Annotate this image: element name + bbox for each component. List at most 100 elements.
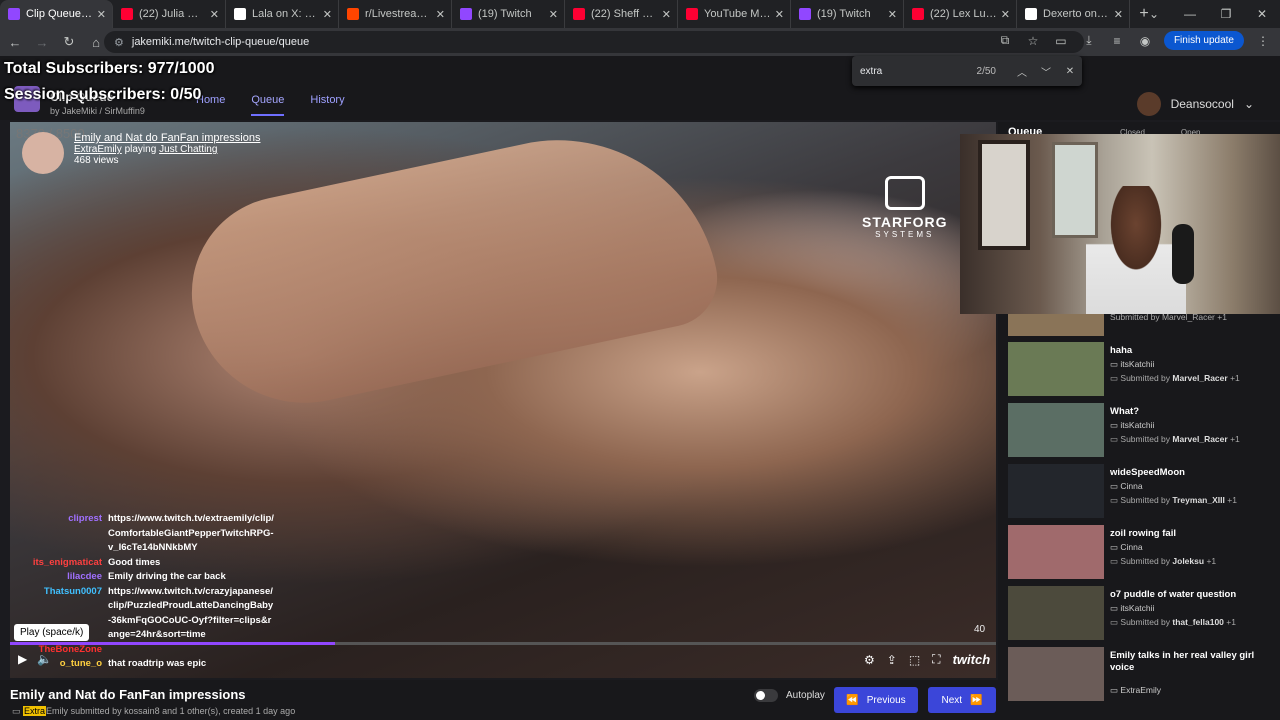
list-item[interactable]: Submitted by Marvel_Racer +1: [1008, 312, 1278, 336]
clip-thumbnail: [1008, 586, 1104, 640]
app-byline: by JakeMiki / SirMuffin9: [50, 106, 145, 116]
browser-tab[interactable]: (22) Sheff G - DAY ✕: [565, 0, 678, 28]
tab-title: (22) Sheff G - DAY: [591, 8, 658, 20]
clip-counter: 40: [974, 624, 986, 635]
chat-text: Good times: [108, 556, 161, 568]
browser-tab[interactable]: YouTube Music ✕: [678, 0, 791, 28]
close-tab-icon[interactable]: ✕: [436, 8, 445, 21]
close-tab-icon[interactable]: ✕: [549, 8, 558, 21]
volume-icon[interactable]: 🔈: [37, 652, 52, 666]
chevron-down-icon[interactable]: ⌄: [1136, 7, 1172, 21]
reload-button[interactable]: ↻: [57, 34, 81, 50]
chat-message: cliprest https://www.twitch.tv/extraemily…: [4, 512, 274, 556]
menu-icon[interactable]: ⋮: [1254, 34, 1272, 48]
chat-icon: ▭: [12, 706, 21, 716]
bookmark-star-icon[interactable]: ☆: [1024, 34, 1042, 48]
back-button[interactable]: ←: [3, 35, 27, 50]
play-icon[interactable]: ▶: [18, 652, 27, 666]
sidebar-icon[interactable]: ▭: [1052, 34, 1070, 48]
nav-queue[interactable]: Queue: [251, 94, 285, 116]
browser-tab[interactable]: (19) Twitch ✕: [791, 0, 904, 28]
list-item[interactable]: haha ▭ itsKatchii ▭ Submitted by Marvel_Ra…: [1008, 342, 1278, 398]
finish-update-button[interactable]: Finish update: [1163, 31, 1244, 50]
download-icon[interactable]: ⤓: [1080, 33, 1098, 48]
close-tab-icon[interactable]: ✕: [888, 8, 897, 21]
find-next-button[interactable]: ﹀: [1034, 64, 1058, 79]
minimize-button[interactable]: —: [1172, 7, 1208, 21]
forward-button[interactable]: →: [30, 35, 54, 50]
close-tab-icon[interactable]: ✕: [1001, 8, 1010, 21]
tab-title: (22) Julia Got Tanu: [139, 8, 206, 20]
maximize-button[interactable]: ❐: [1208, 7, 1244, 21]
fullscreen-icon[interactable]: ⛶: [932, 652, 940, 667]
tab-title: (22) Lex Luthor's: [930, 8, 997, 20]
queue-item-channel: ▭ Cinna: [1110, 542, 1143, 552]
queue-item-submitter: ▭ Submitted by that_fella100 +1: [1110, 617, 1236, 627]
browser-tab[interactable]: Lala on X: "@doja ✕: [226, 0, 339, 28]
find-previous-button[interactable]: ︿: [1010, 64, 1034, 79]
reading-list-icon[interactable]: ≡: [1108, 34, 1126, 48]
url-text: jakemiki.me/twitch-clip-queue/queue: [131, 36, 310, 48]
chat-message: its_enigmaticat Good times: [4, 556, 274, 571]
extension-icon[interactable]: ◉: [1136, 34, 1154, 48]
progress-fill: [10, 642, 336, 645]
autoplay-toggle[interactable]: Autoplay: [754, 689, 825, 702]
chat-username: lilacdee: [67, 571, 102, 582]
close-tab-icon[interactable]: ✕: [775, 8, 784, 21]
tab-title: r/LivestreamFail: [365, 8, 432, 20]
find-input[interactable]: extra: [860, 66, 977, 77]
close-tab-icon[interactable]: ✕: [97, 8, 106, 21]
list-item[interactable]: zoil rowing fail ▭ Cinna ▭ Submitted by Jo…: [1008, 525, 1278, 581]
browser-tab[interactable]: Dexerto on X: "St ✕: [1017, 0, 1130, 28]
close-tab-icon[interactable]: ✕: [323, 8, 332, 21]
favicon-icon: [347, 8, 359, 20]
list-item[interactable]: wideSpeedMoon ▭ Cinna ▭ Submitted by Treym…: [1008, 464, 1278, 520]
twitch-logo[interactable]: twitch: [953, 652, 991, 667]
close-tab-icon[interactable]: ✕: [1114, 8, 1123, 21]
browser-tab[interactable]: Clip Queue - Ope ✕: [0, 0, 113, 28]
close-tab-icon[interactable]: ✕: [210, 8, 219, 21]
share-icon[interactable]: ⇪: [887, 653, 897, 667]
player-controls-right: ⚙ ⇪ ⬚ ⛶ twitch: [864, 652, 990, 667]
channel-avatar: [22, 132, 64, 174]
previous-label: Previous: [866, 694, 906, 706]
toggle-switch[interactable]: [754, 689, 778, 702]
list-item[interactable]: What? ▭ itsKatchii ▭ Submitted by Marvel_R…: [1008, 403, 1278, 459]
submitter-name: Marvel_Racer: [1172, 373, 1228, 383]
translate-icon[interactable]: ⧉: [996, 33, 1014, 48]
find-highlight: Extra: [23, 706, 47, 716]
game-link[interactable]: Just Chatting: [159, 144, 217, 155]
favicon-icon: [1025, 8, 1037, 20]
next-button[interactable]: Next ⏩: [928, 687, 996, 713]
channel-link[interactable]: ExtraEmily: [74, 144, 122, 155]
streamer: [1086, 186, 1186, 314]
clip-title-link[interactable]: Emily and Nat do FanFan impressions: [74, 132, 260, 144]
chat-text: https://www.twitch.tv/extraemily/clip/Co…: [108, 513, 274, 553]
starforge-logo: [884, 176, 925, 210]
previous-button[interactable]: ⏪ Previous: [834, 687, 918, 713]
queue-item-title: zoil rowing fail: [1110, 528, 1176, 539]
browser-tab[interactable]: r/LivestreamFail ✕: [339, 0, 452, 28]
list-item[interactable]: o7 puddle of water question ▭ itsKatchii ▭…: [1008, 586, 1278, 642]
session-subscribers-overlay: Session subscribers: 0/50: [4, 86, 202, 103]
theatre-mode-icon[interactable]: ⬚: [909, 653, 920, 667]
site-info-icon[interactable]: ⚙: [114, 36, 124, 49]
clip-thumbnail: [1008, 525, 1104, 579]
close-tab-icon[interactable]: ✕: [662, 8, 671, 21]
clip-thumbnail: [1008, 647, 1104, 701]
browser-tab[interactable]: (22) Lex Luthor's ✕: [904, 0, 1017, 28]
find-close-button[interactable]: ✕: [1058, 66, 1082, 77]
nav-history[interactable]: History: [310, 94, 344, 116]
progress-bar[interactable]: [10, 642, 996, 645]
browser-tab[interactable]: (19) Twitch ✕: [452, 0, 565, 28]
address-bar[interactable]: ⚙ jakemiki.me/twitch-clip-queue/queue: [104, 31, 1084, 53]
queue-item-title: wideSpeedMoon: [1110, 467, 1185, 478]
close-window-button[interactable]: ✕: [1244, 7, 1280, 21]
queue-item-channel: ▭ itsKatchii: [1110, 420, 1155, 430]
browser-tab[interactable]: (22) Julia Got Tanu ✕: [113, 0, 226, 28]
clip-footer: Emily and Nat do FanFan impressions ▭ Ex…: [0, 680, 1000, 720]
list-item[interactable]: Emily talks in her real valley girl voic…: [1008, 647, 1278, 703]
user-menu[interactable]: Deansocool ⌄: [1136, 92, 1254, 116]
settings-icon[interactable]: ⚙: [864, 653, 875, 667]
favicon-icon: [686, 8, 698, 20]
